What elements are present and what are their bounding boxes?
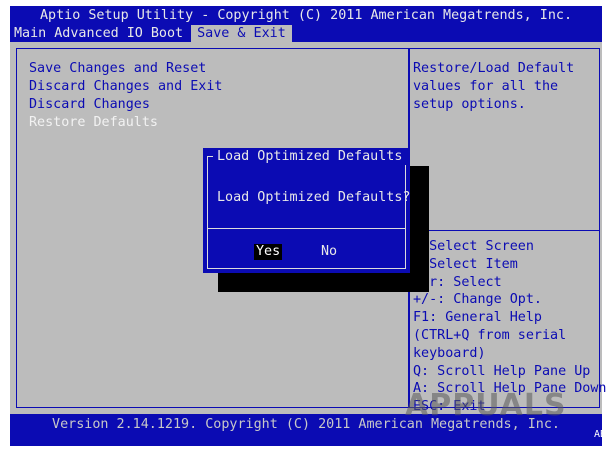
corner-code: AB bbox=[593, 429, 606, 440]
dialog-message: Load Optimized Defaults? bbox=[217, 190, 411, 205]
tab-bar: Main Advanced IO Boot Save & Exit bbox=[10, 25, 292, 42]
tab-advanced[interactable]: Advanced bbox=[50, 25, 123, 42]
tab-save-exit[interactable]: Save & Exit bbox=[191, 25, 292, 42]
tab-boot[interactable]: Boot bbox=[147, 25, 187, 42]
dialog-frame bbox=[207, 156, 406, 269]
menu-item-restore-defaults[interactable]: Restore Defaults bbox=[29, 114, 158, 132]
menu-item-save-changes-reset[interactable]: Save Changes and Reset bbox=[29, 60, 206, 78]
dialog-title: Load Optimized Defaults bbox=[213, 149, 407, 165]
appuals-watermark: APPUALS bbox=[405, 388, 567, 423]
help-separator bbox=[410, 230, 600, 231]
menu-item-discard-changes[interactable]: Discard Changes bbox=[29, 96, 150, 114]
title-bar: Aptio Setup Utility - Copyright (C) 2011… bbox=[10, 6, 602, 42]
tab-io[interactable]: IO bbox=[123, 25, 147, 42]
help-description: Restore/Load Default values for all the … bbox=[413, 61, 575, 112]
dialog-separator bbox=[207, 228, 406, 229]
app-title: Aptio Setup Utility - Copyright (C) 2011… bbox=[39, 8, 573, 23]
tab-main[interactable]: Main bbox=[10, 25, 50, 42]
load-defaults-dialog: Load Optimized Defaults Load Optimized D… bbox=[203, 148, 410, 273]
yes-button[interactable]: Yes bbox=[254, 244, 283, 260]
no-button[interactable]: No bbox=[321, 244, 337, 260]
bios-screen: Aptio Setup Utility - Copyright (C) 2011… bbox=[10, 6, 606, 446]
menu-item-discard-changes-exit[interactable]: Discard Changes and Exit bbox=[29, 78, 222, 96]
